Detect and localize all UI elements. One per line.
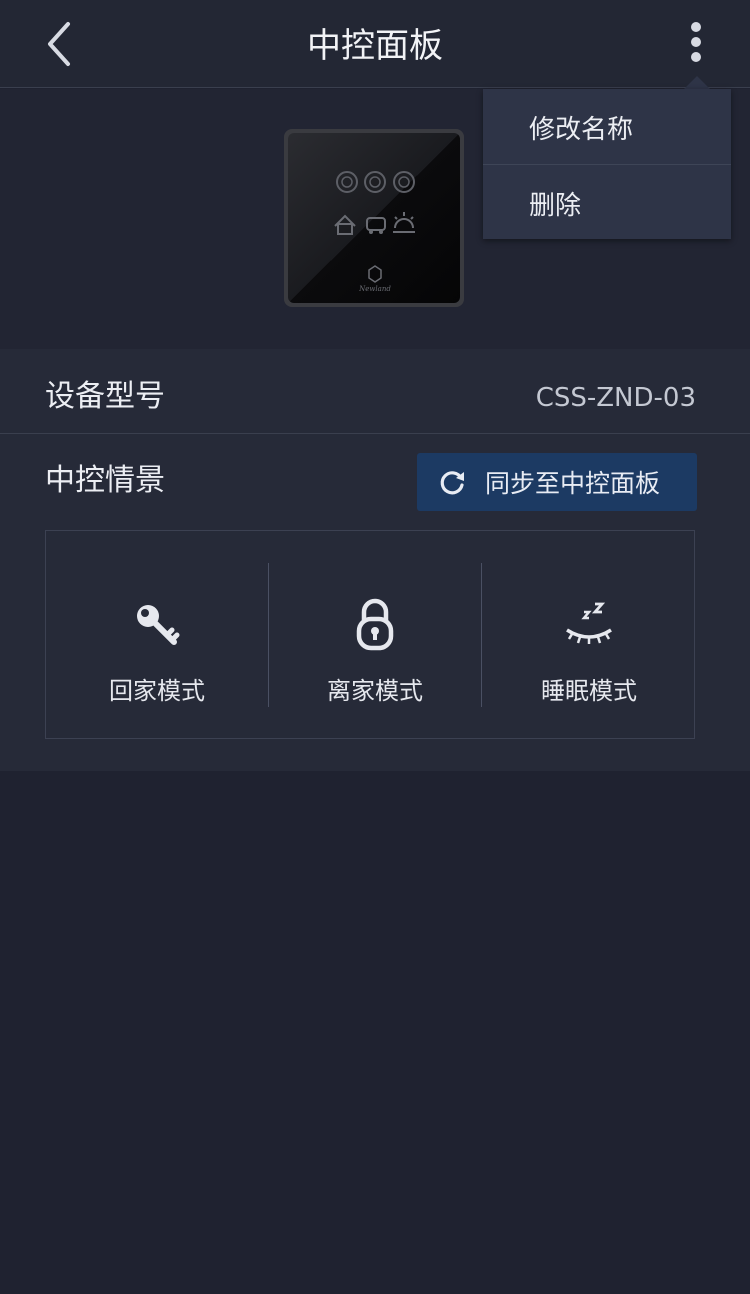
page-title: 中控面板 [307, 26, 443, 66]
sync-button-label: 同步至中控面板 [485, 469, 661, 498]
scene-leave-home[interactable]: 离家模式 [269, 563, 481, 707]
padlock-icon [269, 597, 481, 653]
device-model-value: CSS-ZND-03 [535, 383, 696, 413]
scene-grid: 回家模式 离家模式 睡眠模式 [45, 530, 695, 739]
sleep-icon [482, 597, 696, 653]
more-vertical-icon [691, 22, 701, 62]
key-icon [46, 597, 268, 653]
device-model-label: 设备型号 [45, 379, 165, 414]
scene-come-home[interactable]: 回家模式 [46, 563, 268, 707]
chevron-left-icon [48, 22, 70, 66]
device-logo-text: Newland [358, 285, 391, 293]
scene-sleep[interactable]: 睡眠模式 [482, 563, 696, 707]
smart-panel-device-image: Newland [283, 128, 465, 308]
refresh-icon [437, 467, 467, 497]
options-menu: 修改名称 删除 [483, 89, 731, 239]
back-button[interactable] [30, 14, 90, 74]
sync-to-panel-button[interactable]: 同步至中控面板 [417, 453, 697, 511]
scene-label-sleep: 睡眠模式 [541, 677, 637, 705]
menu-item-rename[interactable]: 修改名称 [483, 89, 731, 164]
device-model-row: 设备型号 CSS-ZND-03 [0, 350, 750, 434]
scene-label-leave-home: 离家模式 [327, 677, 423, 705]
menu-pointer [683, 76, 711, 90]
more-options-button[interactable] [670, 14, 722, 74]
top-bar: 中控面板 [0, 0, 750, 88]
menu-item-delete[interactable]: 删除 [483, 164, 731, 239]
scene-label-come-home: 回家模式 [109, 677, 205, 705]
scene-section-title: 中控情景 [45, 463, 165, 498]
